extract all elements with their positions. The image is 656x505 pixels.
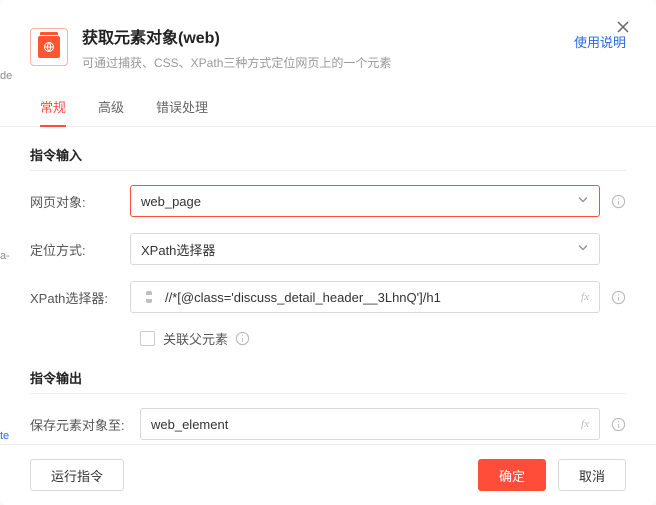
locate-mode-select[interactable]: XPath选择器 <box>130 233 600 265</box>
cancel-button[interactable]: 取消 <box>558 459 626 491</box>
web-glyph-icon <box>43 41 55 53</box>
dialog-title: 获取元素对象(web) <box>82 28 574 50</box>
info-icon[interactable] <box>234 331 250 347</box>
run-button[interactable]: 运行指令 <box>30 459 124 491</box>
label-xpath: XPath选择器: <box>30 288 130 307</box>
section-input-title: 指令输入 <box>30 145 626 171</box>
save-to-value: web_element <box>151 417 589 432</box>
xpath-input[interactable]: //*[@class='discuss_detail_header__3LhnQ… <box>130 281 600 313</box>
ok-button[interactable]: 确定 <box>478 459 546 491</box>
section-output-title: 指令输出 <box>30 368 626 394</box>
dialog-header: 获取元素对象(web) 可通过捕获、CSS、XPath三种方式定位网页上的一个元… <box>0 0 656 71</box>
row-save-to: 保存元素对象至: web_element fx <box>30 408 626 440</box>
fx-icon[interactable]: fx <box>581 418 589 430</box>
chevron-down-icon <box>577 194 589 209</box>
save-to-input[interactable]: web_element fx <box>140 408 600 440</box>
row-locate-mode: 定位方式: XPath选择器 <box>30 233 626 265</box>
info-icon[interactable] <box>610 193 626 209</box>
web-object-select[interactable]: web_page <box>130 185 600 217</box>
close-icon <box>616 20 630 34</box>
tab-bar: 常规 高级 错误处理 <box>0 71 656 127</box>
web-object-value: web_page <box>141 194 589 209</box>
tab-advanced[interactable]: 高级 <box>98 89 124 126</box>
tab-general[interactable]: 常规 <box>40 89 66 126</box>
row-relate-parent: 关联父元素 <box>140 329 626 348</box>
relate-parent-checkbox[interactable] <box>140 331 155 346</box>
row-web-object: 网页对象: web_page <box>30 185 626 217</box>
fx-icon[interactable]: fx <box>581 291 589 303</box>
tab-error-handling[interactable]: 错误处理 <box>156 89 208 126</box>
row-xpath: XPath选择器: //*[@class='discuss_detail_hea… <box>30 281 626 313</box>
locate-mode-value: XPath选择器 <box>141 240 589 259</box>
relate-parent-label: 关联父元素 <box>163 329 228 348</box>
info-icon[interactable] <box>610 416 626 432</box>
dialog-footer: 运行指令 确定 取消 <box>0 444 656 505</box>
chevron-down-icon <box>577 242 589 257</box>
label-web-object: 网页对象: <box>30 192 130 211</box>
close-button[interactable] <box>614 18 632 36</box>
python-icon <box>139 289 159 305</box>
dialog-root: de a- te 获取元素对象(web) 可通过捕获、CSS、XPath三种方式… <box>0 0 656 505</box>
label-locate-mode: 定位方式: <box>30 240 130 259</box>
info-icon[interactable] <box>610 289 626 305</box>
label-save-to: 保存元素对象至: <box>30 415 140 434</box>
command-icon <box>30 28 68 66</box>
dialog-subtitle: 可通过捕获、CSS、XPath三种方式定位网页上的一个元素 <box>82 54 574 71</box>
dialog-body: 指令输入 网页对象: web_page 定位方式: XPath选择器 <box>0 127 656 444</box>
xpath-value: //*[@class='discuss_detail_header__3LhnQ… <box>165 290 589 305</box>
